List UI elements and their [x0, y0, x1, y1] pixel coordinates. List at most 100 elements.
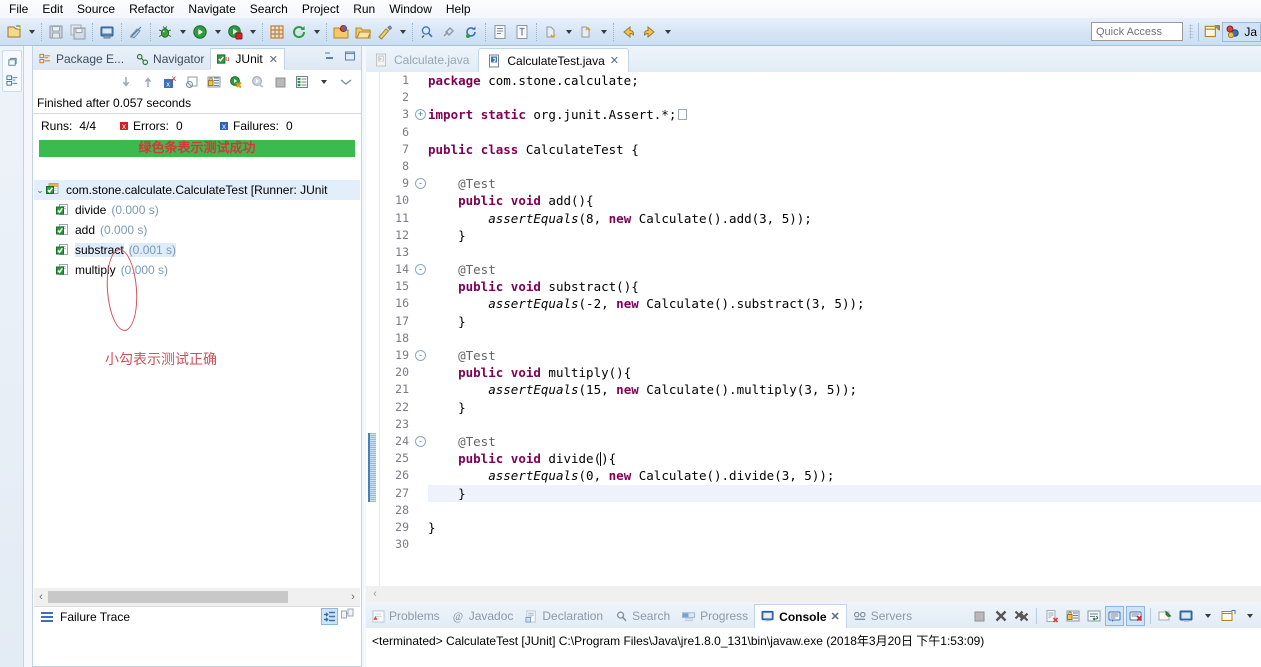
- fold-collapse-icon[interactable]: -: [415, 264, 426, 276]
- scroll-track[interactable]: [288, 591, 346, 603]
- junit-tree-item[interactable]: multiply (0.000 s): [34, 260, 360, 280]
- code-line[interactable]: import static org.junit.Assert.*;: [428, 106, 1261, 123]
- open-console-dropdown-caret[interactable]: [1240, 606, 1259, 626]
- word-wrap-icon[interactable]: [1084, 606, 1103, 626]
- code-line[interactable]: public void add(){: [428, 192, 1261, 209]
- new-class-dropdown-caret[interactable]: [396, 21, 409, 43]
- display-console-dropdown-caret[interactable]: [1198, 606, 1217, 626]
- fold-collapse-icon[interactable]: -: [415, 178, 426, 190]
- editor-horizontal-scrollbar[interactable]: ‹: [366, 586, 1261, 602]
- code-line[interactable]: [428, 89, 1261, 106]
- save-all-icon[interactable]: [67, 21, 89, 43]
- forward-icon[interactable]: [639, 21, 661, 43]
- show-console-on-output-icon[interactable]: [1105, 606, 1124, 626]
- junit-test-tree[interactable]: ⌄ com.stone.calculate.CalculateTest [Runn…: [34, 180, 360, 410]
- view-tab-junit[interactable]: u JUnit ✕: [210, 48, 285, 70]
- menu-item-edit[interactable]: Edit: [35, 1, 70, 18]
- quick-access-input[interactable]: [1091, 22, 1183, 41]
- open-perspective-icon[interactable]: [1203, 23, 1221, 41]
- view-menu-caret-icon[interactable]: [315, 73, 333, 91]
- display-selected-console-icon[interactable]: [1177, 606, 1196, 626]
- back-icon[interactable]: [617, 21, 639, 43]
- console-tab-search[interactable]: Search: [609, 604, 676, 628]
- coverage-dropdown-caret[interactable]: [246, 21, 259, 43]
- remove-launch-icon[interactable]: [991, 606, 1010, 626]
- debug-dropdown-caret[interactable]: [176, 21, 189, 43]
- editor-tab-calculatetest-java[interactable]: CalculateTest.java ✕: [478, 48, 629, 72]
- code-line[interactable]: public class CalculateTest {: [428, 141, 1261, 158]
- previous-failure-icon[interactable]: [139, 73, 157, 91]
- minimize-icon[interactable]: [323, 50, 337, 62]
- run-dropdown-caret[interactable]: [211, 21, 224, 43]
- view-tab-packagee[interactable]: Package E...: [33, 48, 130, 70]
- external-tools-icon[interactable]: [288, 21, 310, 43]
- code-line[interactable]: }: [428, 399, 1261, 416]
- run-icon[interactable]: [189, 21, 211, 43]
- code-line[interactable]: assertEquals(8, new Calculate().add(3, 5…: [428, 210, 1261, 227]
- code-line[interactable]: public void substract(){: [428, 278, 1261, 295]
- editor-text[interactable]: package com.stone.calculate; import stati…: [428, 72, 1261, 586]
- code-line[interactable]: [428, 330, 1261, 347]
- console-tab-declaration[interactable]: Declaration: [519, 604, 609, 628]
- junit-tree-item[interactable]: substract (0.001 s): [34, 240, 360, 260]
- folded-region-box[interactable]: [678, 109, 688, 121]
- perspective-java[interactable]: Ja: [1222, 22, 1261, 42]
- console-tab-console[interactable]: Console ✕: [754, 604, 847, 628]
- test-run-history-icon[interactable]: [293, 73, 311, 91]
- code-line[interactable]: }: [428, 313, 1261, 330]
- code-line[interactable]: assertEquals(-2, new Calculate().substra…: [428, 295, 1261, 312]
- code-line[interactable]: [428, 416, 1261, 433]
- junit-tree-item[interactable]: divide (0.000 s): [34, 200, 360, 220]
- code-line[interactable]: }: [428, 227, 1261, 244]
- next-annotation-dropdown-caret[interactable]: [562, 21, 575, 43]
- show-console-on-error-icon[interactable]: [1126, 606, 1145, 626]
- open-folder-icon[interactable]: [352, 21, 374, 43]
- menu-item-help[interactable]: Help: [439, 1, 478, 18]
- rerun-test-icon[interactable]: [227, 73, 245, 91]
- new-dropdown-caret[interactable]: [25, 21, 38, 43]
- code-line[interactable]: [428, 536, 1261, 553]
- code-line[interactable]: }: [428, 485, 1261, 502]
- menu-item-window[interactable]: Window: [382, 1, 439, 18]
- open-console-icon[interactable]: [1219, 606, 1238, 626]
- coverage-icon[interactable]: [224, 21, 246, 43]
- console-tab-servers[interactable]: Servers: [847, 604, 918, 628]
- code-line[interactable]: [428, 244, 1261, 261]
- fold-collapse-icon[interactable]: -: [415, 350, 426, 361]
- editor-code-area[interactable]: 1 2 3 6 7 8 9 10 11 12 13 14 15 16 17 18 19 20 21 22 23 24 25 2…: [366, 72, 1261, 586]
- show-failures-only-icon[interactable]: xx: [161, 73, 179, 91]
- search-icon[interactable]: [416, 21, 438, 43]
- forward-dropdown-caret[interactable]: [661, 21, 674, 43]
- editor-annotation-ruler[interactable]: [366, 72, 380, 586]
- print-icon[interactable]: [96, 21, 118, 43]
- code-line[interactable]: [428, 158, 1261, 175]
- pin-console-icon[interactable]: [1156, 606, 1175, 626]
- menu-item-source[interactable]: Source: [70, 1, 122, 18]
- previous-annotation-icon[interactable]: [575, 21, 597, 43]
- code-line[interactable]: public void multiply(){: [428, 364, 1261, 381]
- stop-icon[interactable]: [271, 73, 289, 91]
- enable-stack-filter-icon[interactable]: [321, 608, 338, 625]
- scroll-left-arrow[interactable]: ‹: [34, 591, 48, 603]
- restore-icon[interactable]: [3, 53, 21, 71]
- junit-horizontal-scrollbar[interactable]: ‹ ›: [34, 588, 360, 606]
- menu-item-project[interactable]: Project: [295, 1, 346, 18]
- code-line[interactable]: public void divide(){: [428, 450, 1261, 467]
- code-line[interactable]: [428, 502, 1261, 519]
- terminate-icon[interactable]: [970, 606, 989, 626]
- tree-expander-icon[interactable]: ⌄: [34, 185, 46, 196]
- refresh-icon[interactable]: [460, 21, 482, 43]
- new-wizard-icon[interactable]: [3, 21, 25, 43]
- remove-all-terminated-icon[interactable]: [1012, 606, 1031, 626]
- toggle-mark-occurrences-icon[interactable]: [125, 21, 147, 43]
- code-line[interactable]: @Test: [428, 261, 1261, 278]
- console-tab-javadoc[interactable]: @ Javadoc: [446, 604, 520, 628]
- open-task-icon[interactable]: [489, 21, 511, 43]
- code-line[interactable]: assertEquals(0, new Calculate().divide(3…: [428, 467, 1261, 484]
- fold-expand-icon[interactable]: +: [415, 109, 426, 121]
- view-tab-navigator[interactable]: Navigator: [130, 48, 210, 70]
- external-tools-dropdown-caret[interactable]: [310, 21, 323, 43]
- editor-folding-ruler[interactable]: + - - - -: [414, 72, 428, 586]
- debug-icon[interactable]: [154, 21, 176, 43]
- menu-item-navigate[interactable]: Navigate: [181, 1, 242, 18]
